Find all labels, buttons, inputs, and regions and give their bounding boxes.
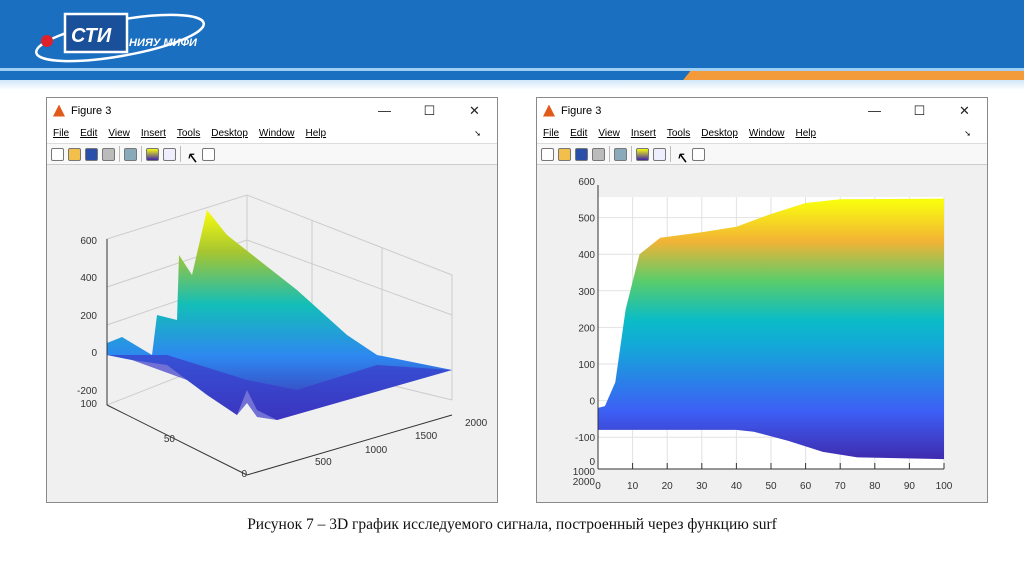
matlab-icon xyxy=(543,104,555,117)
y-tick: 50 xyxy=(164,434,176,445)
colorbar-icon[interactable] xyxy=(636,147,649,161)
z-tick-label: 0 xyxy=(589,397,595,408)
dock-icon[interactable]: ➘ xyxy=(474,129,481,138)
new-file-icon[interactable] xyxy=(51,147,64,161)
close-button[interactable]: ✕ xyxy=(452,103,497,119)
title-bar: Figure 3 — ☐ ✕ xyxy=(537,98,987,123)
menu-file[interactable]: File xyxy=(53,128,69,139)
print-preview-icon[interactable] xyxy=(614,147,627,161)
surface-plot-side-view: 0 10 20 30 40 50 60 70 80 90 100 600 500 400 300 200 100… xyxy=(573,177,953,492)
depth-tick-label: 2000 xyxy=(573,477,596,488)
window-title: Figure 3 xyxy=(561,104,602,117)
menu-bar: File Edit View Insert Tools Desktop Wind… xyxy=(47,123,497,143)
sti-logo: СТИ НИЯУ МИФИ xyxy=(34,12,206,63)
minimize-button[interactable]: — xyxy=(852,103,897,119)
x-tick-label: 10 xyxy=(627,481,639,492)
property-inspector-icon[interactable] xyxy=(202,147,215,161)
menu-window[interactable]: Window xyxy=(259,128,295,139)
svg-text:СТИ: СТИ xyxy=(71,25,112,47)
menu-view[interactable]: View xyxy=(598,128,620,139)
dock-icon[interactable]: ➘ xyxy=(964,129,971,138)
z-tick: 200 xyxy=(80,311,97,322)
z-tick-label: -100 xyxy=(575,433,595,444)
x-tick-label: 20 xyxy=(662,481,674,492)
x-tick-label: 100 xyxy=(936,481,953,492)
x-tick-label: 80 xyxy=(869,481,881,492)
surface-plot-3d: 600 400 200 0 -200 100 50 0 500 1000 150… xyxy=(77,194,488,480)
menu-view[interactable]: View xyxy=(108,128,130,139)
print-icon[interactable] xyxy=(102,147,115,161)
menu-help[interactable]: Help xyxy=(796,128,817,139)
matlab-icon xyxy=(53,104,65,117)
menu-window[interactable]: Window xyxy=(749,128,785,139)
z-tick-label: 400 xyxy=(578,250,595,261)
open-folder-icon[interactable] xyxy=(558,147,571,161)
x-tick-label: 60 xyxy=(800,481,812,492)
z-tick: 400 xyxy=(80,273,97,284)
pointer-icon[interactable]: ↖ xyxy=(675,148,688,167)
figure-window-2: Figure 3 — ☐ ✕ File Edit View Insert Too… xyxy=(536,97,988,503)
svg-text:НИЯУ МИФИ: НИЯУ МИФИ xyxy=(129,37,198,49)
toolbar: ↖ xyxy=(47,143,497,167)
z-tick: 600 xyxy=(80,236,97,247)
close-button[interactable]: ✕ xyxy=(942,103,987,119)
window-title: Figure 3 xyxy=(71,104,112,117)
maximize-button[interactable]: ☐ xyxy=(407,103,452,119)
toolbar: ↖ xyxy=(537,143,987,167)
z-tick-label: 300 xyxy=(578,287,595,298)
save-icon[interactable] xyxy=(575,147,588,161)
maximize-button[interactable]: ☐ xyxy=(897,103,942,119)
y-tick: 100 xyxy=(80,399,97,410)
legend-icon[interactable] xyxy=(653,147,666,161)
menu-tools[interactable]: Tools xyxy=(177,128,200,139)
figure-window-1: Figure 3 — ☐ ✕ File Edit View Insert Too… xyxy=(46,97,498,503)
x-tick: 500 xyxy=(315,457,332,468)
colorbar-icon[interactable] xyxy=(146,147,159,161)
z-tick: 0 xyxy=(91,348,97,359)
z-tick-label: 200 xyxy=(578,323,595,334)
menu-edit[interactable]: Edit xyxy=(570,128,587,139)
menu-desktop[interactable]: Desktop xyxy=(211,128,248,139)
x-tick-label: 0 xyxy=(595,481,601,492)
menu-help[interactable]: Help xyxy=(306,128,327,139)
menu-insert[interactable]: Insert xyxy=(631,128,656,139)
title-bar: Figure 3 — ☐ ✕ xyxy=(47,98,497,123)
x-tick-label: 70 xyxy=(835,481,847,492)
z-tick-label: 500 xyxy=(578,214,595,225)
header-fade xyxy=(0,80,1024,90)
x-tick: 2000 xyxy=(465,418,488,429)
new-file-icon[interactable] xyxy=(541,147,554,161)
menu-tools[interactable]: Tools xyxy=(667,128,690,139)
minimize-button[interactable]: — xyxy=(362,103,407,119)
y-tick: 0 xyxy=(241,469,247,480)
x-tick-label: 30 xyxy=(696,481,708,492)
x-tick-label: 50 xyxy=(765,481,777,492)
open-folder-icon[interactable] xyxy=(68,147,81,161)
x-tick: 1500 xyxy=(415,431,438,442)
figure-caption: Рисунок 7 – 3D график исследуемого сигна… xyxy=(247,516,777,533)
menu-bar: File Edit View Insert Tools Desktop Wind… xyxy=(537,123,987,143)
menu-edit[interactable]: Edit xyxy=(80,128,97,139)
legend-icon[interactable] xyxy=(163,147,176,161)
menu-insert[interactable]: Insert xyxy=(141,128,166,139)
save-icon[interactable] xyxy=(85,147,98,161)
property-inspector-icon[interactable] xyxy=(692,147,705,161)
print-preview-icon[interactable] xyxy=(124,147,137,161)
print-icon[interactable] xyxy=(592,147,605,161)
z-tick-label: 100 xyxy=(578,360,595,371)
x-tick-label: 40 xyxy=(731,481,743,492)
menu-file[interactable]: File xyxy=(543,128,559,139)
z-tick: -200 xyxy=(77,386,97,397)
z-tick-label: 600 xyxy=(578,177,595,188)
menu-desktop[interactable]: Desktop xyxy=(701,128,738,139)
pointer-icon[interactable]: ↖ xyxy=(185,148,198,167)
x-tick: 1000 xyxy=(365,445,388,456)
x-tick-label: 90 xyxy=(904,481,916,492)
